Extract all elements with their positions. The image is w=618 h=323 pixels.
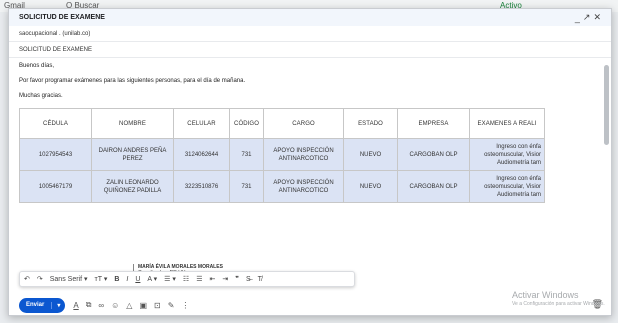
greeting-text: Buenos días, — [19, 63, 55, 69]
to-field[interactable]: saocupacional . (unilab.co) — [9, 26, 611, 42]
attach-icon[interactable]: ⧉ — [86, 300, 92, 310]
bulleted-list-icon[interactable]: ☰ — [196, 275, 202, 283]
clear-format-icon[interactable]: T̸ — [258, 276, 262, 283]
text-color-icon[interactable]: A ▾ — [147, 275, 157, 283]
drive-icon[interactable]: △ — [126, 301, 132, 310]
subject-field[interactable]: SOLICITUD DE EXAMENE — [9, 42, 611, 58]
table-header-cell: ESTADO — [343, 108, 398, 139]
indent-more-icon[interactable]: ⇥ — [222, 275, 228, 283]
compose-window: SOLICITUD DE EXAMENE _ ↗ ✕ saocupacional… — [8, 8, 612, 316]
table-cell: NUEVO — [343, 170, 398, 203]
link-icon[interactable]: ∞ — [98, 301, 104, 310]
table-header-cell: CELULAR — [173, 108, 230, 139]
align-icon[interactable]: ☰ ▾ — [164, 275, 176, 283]
formatting-options-icon[interactable]: A — [73, 301, 78, 310]
table-cell: NUEVO — [343, 138, 398, 171]
close-icon[interactable]: ✕ — [593, 12, 601, 23]
table-cell: APOYO INSPECCIÓN ANTINARCOTICO — [263, 138, 344, 171]
request-text: Por favor programar exámenes para las si… — [19, 78, 246, 84]
table-row: 1027954543 DAIRON ANDRES PEÑA PEREZ 3124… — [19, 138, 545, 171]
table-cell: Ingreso con énfa osteomuscular, Visior A… — [469, 138, 545, 171]
table-cell: 1005467179 — [19, 170, 92, 203]
table-header-cell: EXAMENES A REALI — [469, 108, 545, 139]
send-button[interactable]: Enviar ▾ — [19, 297, 66, 313]
table-row: 1005467179 ZALIN LEONARDO QUIÑONEZ PADIL… — [19, 170, 545, 203]
numbered-list-icon[interactable]: ☷ — [183, 275, 189, 283]
table-header-row: CÉDULA NOMBRE CELULAR CÓDIGO CARGO ESTAD… — [19, 108, 545, 139]
font-select[interactable]: Sans Serif ▾ — [50, 275, 88, 283]
compose-title: SOLICITUD DE EXAMENE — [19, 14, 105, 21]
minimize-icon[interactable]: _ — [575, 13, 580, 23]
to-recipient[interactable]: saocupacional . (unilab.co) — [19, 31, 90, 37]
table-cell: 3124062644 — [173, 138, 230, 171]
signature-icon[interactable]: ✎ — [168, 301, 175, 310]
body-scrollbar[interactable] — [604, 65, 609, 145]
strikethrough-icon[interactable]: S̶ — [246, 276, 251, 283]
undo-icon[interactable]: ↶ — [24, 275, 30, 283]
table-cell: CARGOBAN OLP — [397, 170, 470, 203]
table-cell: APOYO INSPECCIÓN ANTINARCOTICO — [263, 170, 344, 203]
table-cell: Ingreso con énfa osteomuscular, Visior A… — [469, 170, 545, 203]
lock-icon[interactable]: ⊡ — [154, 301, 161, 310]
expand-icon[interactable]: ↗ — [583, 12, 591, 23]
send-options-icon[interactable]: ▾ — [51, 301, 65, 309]
table-cell: 3223510876 — [173, 170, 230, 203]
table-header-cell: CÓDIGO — [229, 108, 264, 139]
table-cell: 1027954543 — [19, 138, 92, 171]
table-cell: DAIRON ANDRES PEÑA PEREZ — [91, 138, 174, 171]
table-header-cell: EMPRESA — [397, 108, 470, 139]
subject-value[interactable]: SOLICITUD DE EXAMENE — [19, 47, 92, 53]
formatting-toolbar: ↶ ↷ Sans Serif ▾ тT ▾ B I U A ▾ ☰ ▾ ☷ ☰ … — [19, 271, 355, 287]
watermark-title: Activar Windows — [512, 290, 579, 300]
italic-icon[interactable]: I — [126, 276, 128, 283]
table-header-cell: CARGO — [263, 108, 344, 139]
table-cell: 731 — [229, 138, 264, 171]
closing-text: Muchas gracias. — [19, 93, 63, 99]
bold-icon[interactable]: B — [114, 276, 119, 283]
font-size-icon[interactable]: тT ▾ — [95, 275, 108, 283]
emoji-icon[interactable]: ☺ — [111, 301, 119, 310]
table-cell: ZALIN LEONARDO QUIÑONEZ PADILLA — [91, 170, 174, 203]
employee-table: CÉDULA NOMBRE CELULAR CÓDIGO CARGO ESTAD… — [19, 108, 545, 203]
compose-header: SOLICITUD DE EXAMENE _ ↗ ✕ — [9, 9, 611, 26]
windows-activation-watermark: Activar Windows Ve a Configuración para … — [512, 290, 605, 307]
redo-icon[interactable]: ↷ — [37, 275, 43, 283]
table-cell: CARGOBAN OLP — [397, 138, 470, 171]
send-label[interactable]: Enviar — [19, 302, 51, 308]
table-header-cell: CÉDULA — [19, 108, 92, 139]
table-header-cell: NOMBRE — [91, 108, 174, 139]
photo-icon[interactable]: ▣ — [139, 301, 147, 310]
table-cell: 731 — [229, 170, 264, 203]
indent-less-icon[interactable]: ⇤ — [209, 275, 215, 283]
more-options-icon[interactable]: ⋮ — [181, 301, 189, 310]
underline-icon[interactable]: U — [135, 276, 140, 283]
quote-icon[interactable]: ❞ — [235, 275, 239, 283]
watermark-subtitle: Ve a Configuración para activar Windows. — [512, 301, 605, 307]
